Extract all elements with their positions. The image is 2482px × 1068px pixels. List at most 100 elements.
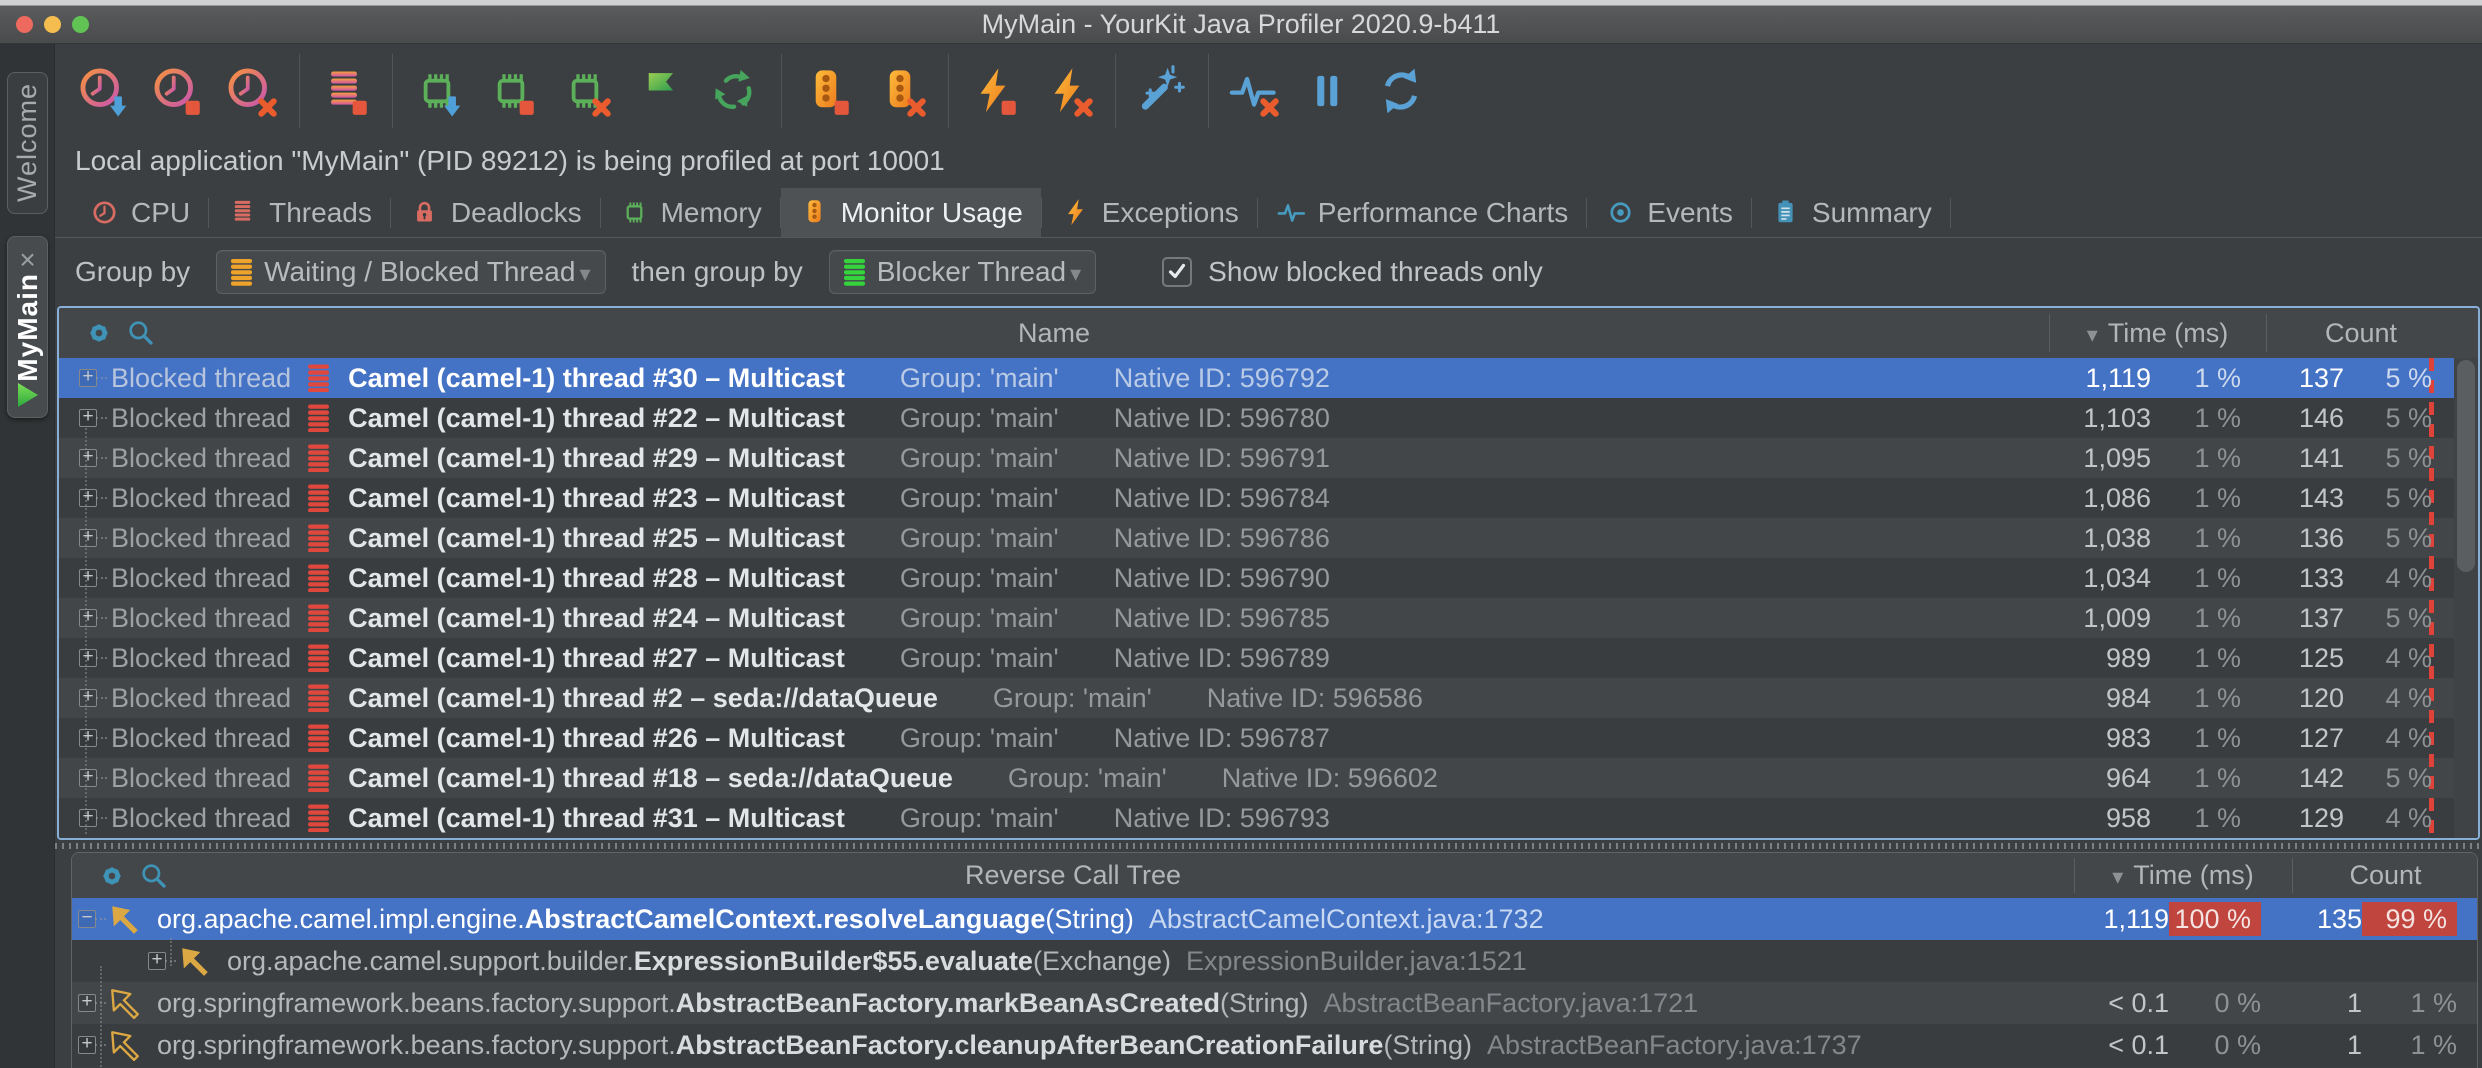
expand-icon[interactable]: + <box>79 409 97 427</box>
clear-exception-data-button[interactable] <box>1039 62 1097 120</box>
stop-monitor-profiling-button[interactable] <box>798 62 856 120</box>
panel-splitter-handle[interactable] <box>55 840 2482 852</box>
expand-icon[interactable]: + <box>79 649 97 667</box>
call-tree-row[interactable]: −org.apache.camel.impl.engine.AbstractCa… <box>72 898 2477 940</box>
expand-icon[interactable]: + <box>79 609 97 627</box>
tab-threads[interactable]: Threads <box>209 188 390 237</box>
show-blocked-threads-checkbox[interactable] <box>1162 257 1192 287</box>
thread-name: Camel (camel-1) thread #2 – seda://dataQ… <box>348 683 938 714</box>
count-value: 120 <box>2241 683 2344 714</box>
row-prefix: Blocked thread <box>111 523 291 554</box>
clipboard-icon <box>1770 197 1801 228</box>
thread-row[interactable]: +Blocked threadCamel (camel-1) thread #2… <box>59 678 2454 718</box>
expand-icon[interactable]: + <box>79 809 97 827</box>
expand-icon[interactable]: + <box>79 529 97 547</box>
bolt-clear-icon <box>1041 65 1093 117</box>
time-value: 984 <box>2001 683 2151 714</box>
force-garbage-collection-button[interactable] <box>705 62 763 120</box>
clear-monitor-data-button[interactable] <box>872 62 930 120</box>
sidebar-tab-mymain[interactable]: × MyMain <box>7 236 48 418</box>
thread-row[interactable]: +Blocked threadCamel (camel-1) thread #2… <box>59 438 2454 478</box>
source-location: AbstractBeanFactory.java:1721 <box>1323 988 1698 1019</box>
tab-memory[interactable]: Memory <box>601 188 780 237</box>
thread-row[interactable]: +Blocked threadCamel (camel-1) thread #2… <box>59 518 2454 558</box>
call-tree-row[interactable]: +org.springframework.beans.factory.suppo… <box>72 1024 2477 1066</box>
stop-memory-recording-button[interactable] <box>483 62 541 120</box>
expand-icon[interactable]: + <box>79 769 97 787</box>
source-location: ExpressionBuilder.java:1521 <box>1186 946 1527 977</box>
expand-icon[interactable]: + <box>79 369 97 387</box>
capture-snapshot-flag-button[interactable] <box>631 62 689 120</box>
thread-group: Group: 'main' <box>900 643 1059 674</box>
thread-row[interactable]: +Blocked threadCamel (camel-1) thread #2… <box>59 558 2454 598</box>
call-tree-row[interactable]: + org.springframework.beans.factory.suppo… <box>72 982 2477 1024</box>
thread-row[interactable]: +Blocked threadCamel (camel-1) thread #2… <box>59 638 2454 678</box>
thread-name: Camel (camel-1) thread #18 – seda://data… <box>348 763 953 794</box>
group-by-dropdown[interactable]: Waiting / Blocked Thread <box>216 250 605 294</box>
group-by-value: Waiting / Blocked Thread <box>264 256 590 288</box>
close-session-icon[interactable]: × <box>19 247 35 273</box>
trigger-event-inspections-button[interactable] <box>1132 62 1190 120</box>
vertical-scrollbar[interactable] <box>2454 358 2478 838</box>
time-percent: 1 % <box>2151 723 2241 754</box>
tab-summary[interactable]: Summary <box>1752 188 1950 237</box>
stop-exception-profiling-button[interactable] <box>965 62 1023 120</box>
expand-icon[interactable]: + <box>79 569 97 587</box>
thread-row[interactable]: +Blocked threadCamel (camel-1) thread #2… <box>59 718 2454 758</box>
pause-telemetry-button[interactable] <box>1299 62 1357 120</box>
package-name: org.springframework.beans.factory.suppor… <box>157 988 676 1018</box>
clear-cpu-data-button[interactable] <box>223 62 281 120</box>
call-tree-column-count[interactable]: Count <box>2292 853 2478 898</box>
minimize-window-icon[interactable] <box>44 16 61 33</box>
expand-icon[interactable]: + <box>148 952 166 970</box>
call-tree-row[interactable]: +org.apache.camel.support.builder.Expres… <box>72 940 2477 982</box>
thread-row[interactable]: +Blocked threadCamel (camel-1) thread #2… <box>59 478 2454 518</box>
tab-performance-charts[interactable]: Performance Charts <box>1258 188 1587 237</box>
refresh-button[interactable] <box>1373 62 1431 120</box>
thread-row[interactable]: +Blocked threadCamel (camel-1) thread #2… <box>59 398 2454 438</box>
clear-probes-data-button[interactable] <box>1225 62 1283 120</box>
call-tree-title: Reverse Call Tree <box>72 853 2074 898</box>
tab-exceptions[interactable]: Exceptions <box>1042 188 1257 237</box>
stop-cpu-profiling-button[interactable] <box>149 62 207 120</box>
thread-row-name-cell: +Blocked threadCamel (camel-1) thread #2… <box>59 683 2001 714</box>
running-play-icon <box>17 382 39 408</box>
column-header-count[interactable]: Count <box>2266 308 2456 358</box>
thread-group: Group: 'main' <box>900 803 1059 834</box>
expand-icon[interactable]: + <box>79 689 97 707</box>
method-reference: org.springframework.beans.factory.suppor… <box>157 988 1308 1019</box>
expand-icon[interactable]: + <box>78 994 96 1012</box>
count-value: 142 <box>2241 763 2344 794</box>
thread-row[interactable]: +Blocked threadCamel (camel-1) thread #2… <box>59 598 2454 638</box>
column-header-name[interactable]: Name <box>59 308 2049 358</box>
tab-cpu[interactable]: CPU <box>71 188 208 237</box>
expand-icon[interactable]: + <box>79 489 97 507</box>
sidebar-tab-welcome[interactable]: Welcome <box>7 72 48 214</box>
thread-row[interactable]: +Blocked threadCamel (camel-1) thread #3… <box>59 358 2454 398</box>
blocked-thread-stack-icon <box>308 524 329 553</box>
group-by-label: Group by <box>75 256 190 288</box>
start-cpu-profiling-button[interactable] <box>75 62 133 120</box>
tab-monitor-usage[interactable]: Monitor Usage <box>781 188 1041 237</box>
expand-icon[interactable]: + <box>79 729 97 747</box>
expand-icon[interactable]: + <box>79 449 97 467</box>
clear-memory-data-button[interactable] <box>557 62 615 120</box>
thread-native-id: Native ID: 596784 <box>1114 483 1330 514</box>
thread-name: Camel (camel-1) thread #30 – Multicast <box>348 363 845 394</box>
capture-thread-dump-button[interactable] <box>316 62 374 120</box>
column-header-time[interactable]: Time (ms) <box>2049 308 2266 358</box>
tab-events[interactable]: Events <box>1587 188 1751 237</box>
titlebar[interactable]: MyMain - YourKit Java Profiler 2020.9-b4… <box>0 6 2482 44</box>
thread-row[interactable]: +Blocked threadCamel (camel-1) thread #1… <box>59 758 2454 798</box>
tab-deadlocks[interactable]: Deadlocks <box>391 188 600 237</box>
close-window-icon[interactable] <box>16 16 33 33</box>
start-memory-recording-button[interactable] <box>409 62 467 120</box>
then-group-by-dropdown[interactable]: Blocker Thread <box>829 250 1096 294</box>
scrollbar-thumb[interactable] <box>2457 360 2475 572</box>
zoom-window-icon[interactable] <box>72 16 89 33</box>
thread-row-name-cell: +Blocked threadCamel (camel-1) thread #2… <box>59 643 2001 674</box>
call-tree-column-time[interactable]: Time (ms) <box>2074 853 2292 898</box>
thread-row[interactable]: +Blocked threadCamel (camel-1) thread #3… <box>59 798 2454 838</box>
expand-icon[interactable]: + <box>78 1036 96 1054</box>
expand-icon[interactable]: − <box>78 910 96 928</box>
